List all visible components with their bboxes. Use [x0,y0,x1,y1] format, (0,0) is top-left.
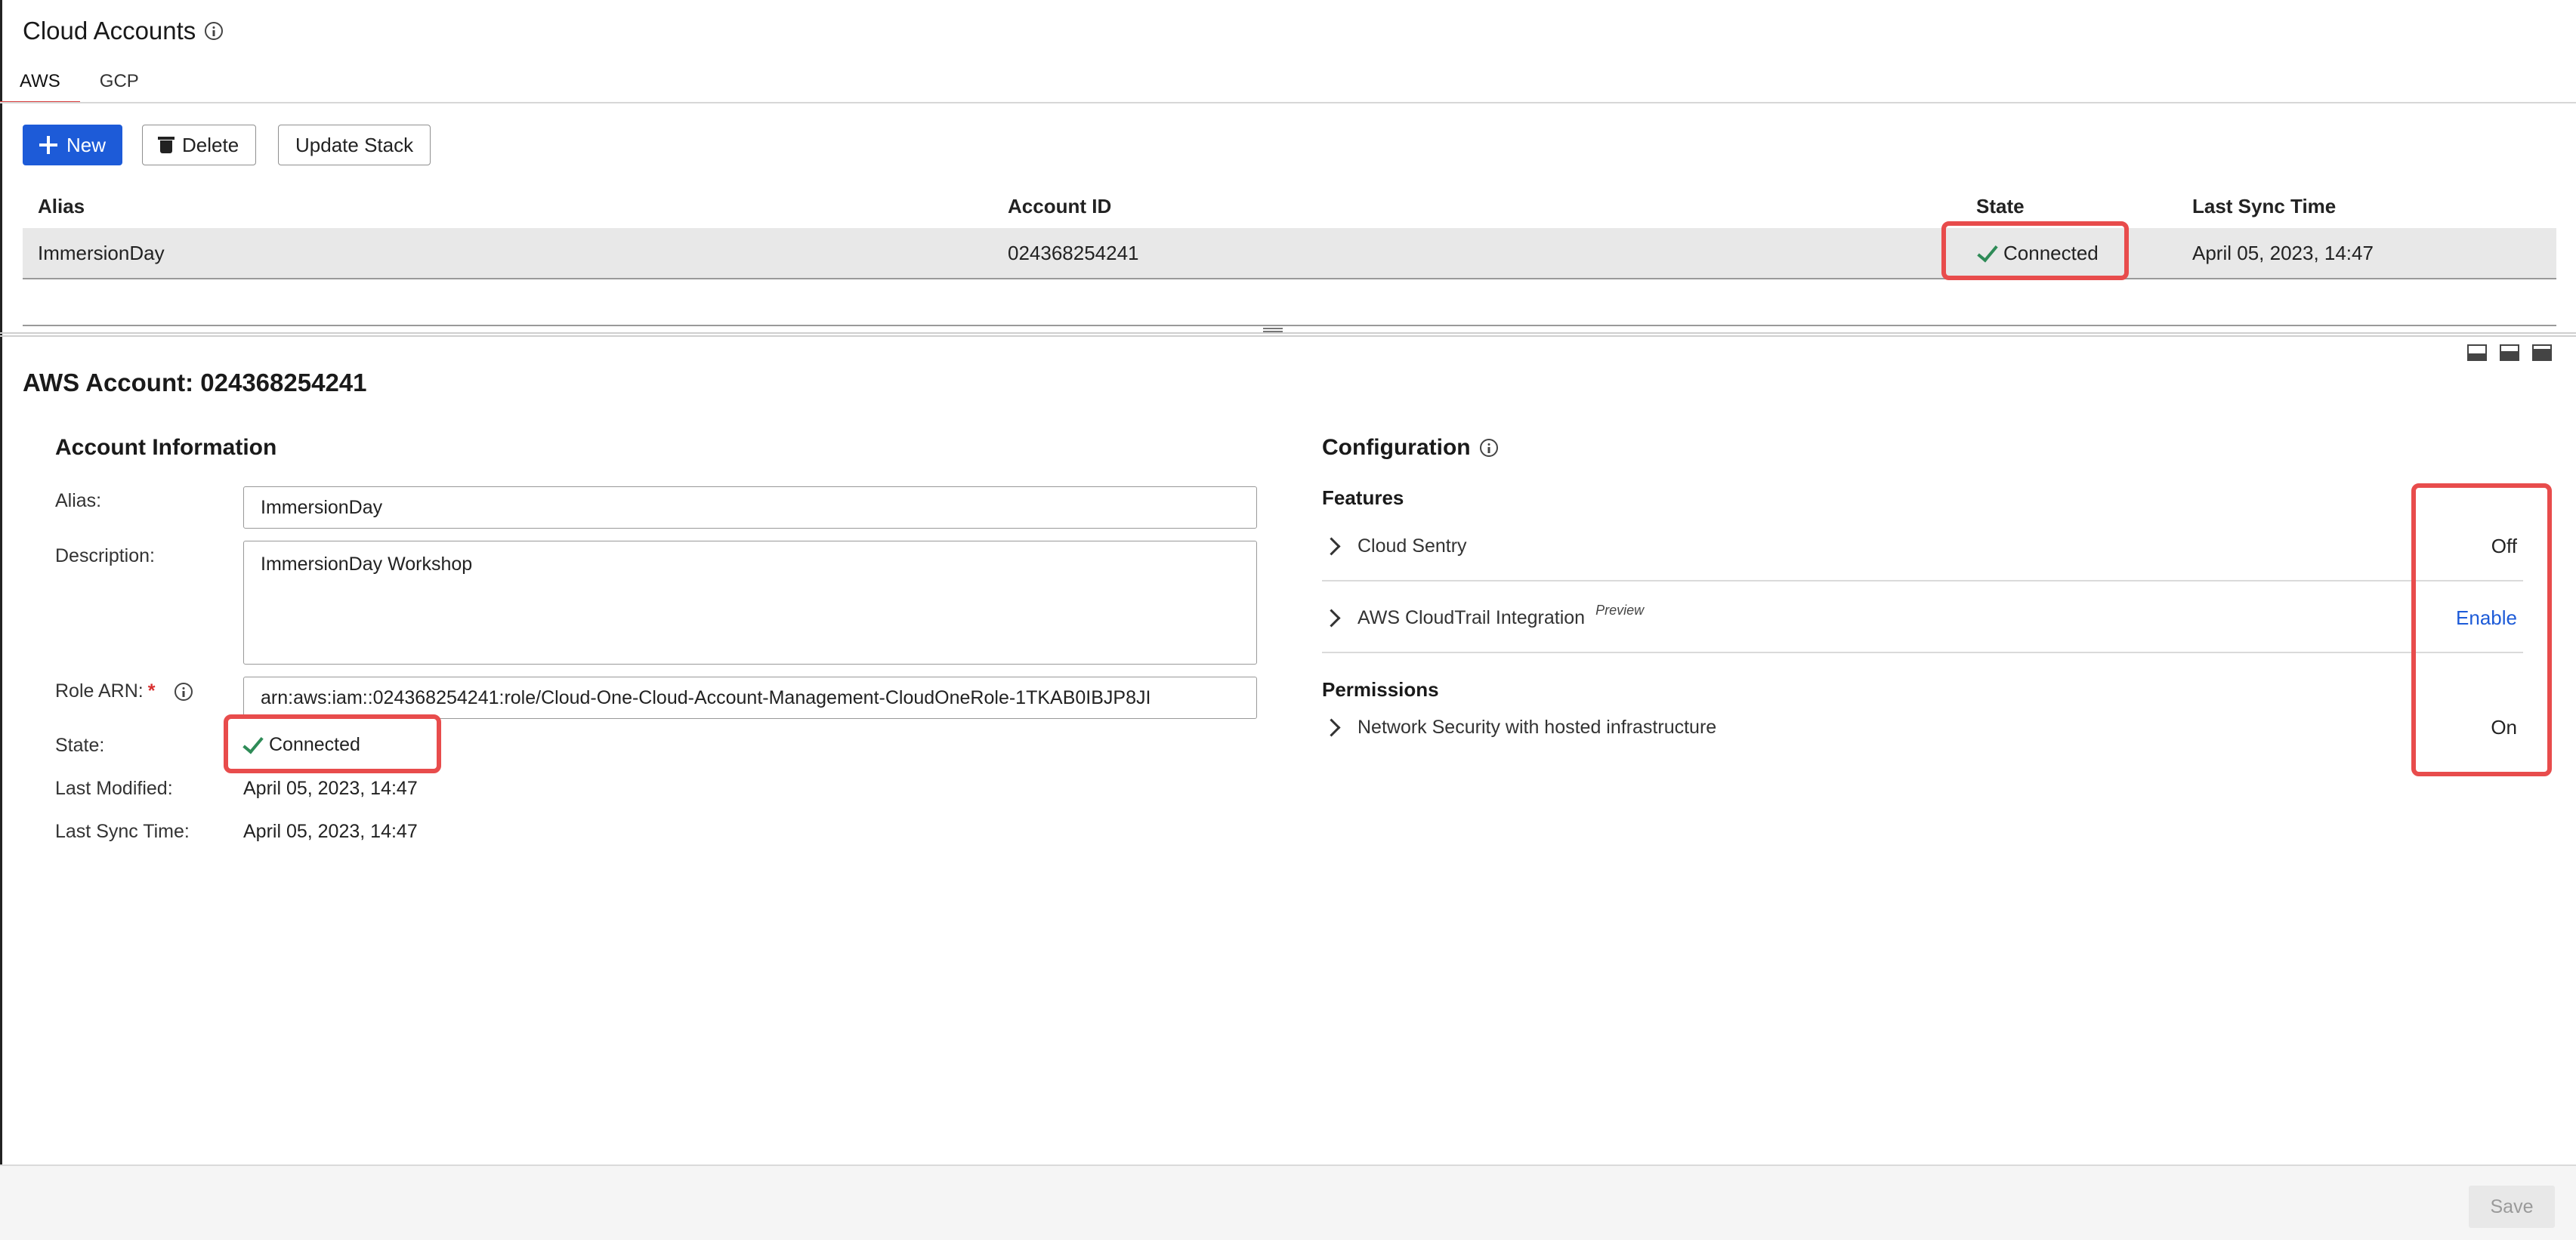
chevron-right-icon [1322,536,1341,556]
feature-row-cloudtrail[interactable]: AWS CloudTrail Integration Preview Enabl… [1322,582,2523,653]
cell-last-sync-time: April 05, 2023, 14:47 [2192,242,2374,264]
last-modified-value: April 05, 2023, 14:47 [243,778,418,799]
highlight-box-table-state [1941,221,2129,280]
features-heading: Features [1322,486,1404,509]
view-bottom-icon[interactable] [2467,344,2487,361]
highlight-box-feature-statuses [2411,483,2552,776]
configuration-heading-text: Configuration [1322,435,1471,460]
tab-divider [0,102,2576,103]
cell-alias: ImmersionDay [38,242,165,264]
feature-name: AWS CloudTrail Integration [1357,606,1586,628]
new-button-label: New [66,133,107,156]
plus-icon [39,136,57,154]
update-stack-button-label: Update Stack [295,133,414,156]
cloud-provider-tabs: AWS GCP [0,62,159,103]
column-header-alias[interactable]: Alias [38,195,85,218]
save-button[interactable]: Save [2469,1186,2555,1228]
accounts-table-header: Alias Account ID State Last Sync Time [23,189,2556,230]
delete-button[interactable]: Delete [142,125,257,165]
tab-gcp[interactable]: GCP [80,62,159,101]
row-divider [1322,652,2523,653]
description-textarea[interactable]: ImmersionDay Workshop [243,541,1257,665]
role-arn-input-value: arn:aws:iam::024368254241:role/Cloud-One… [261,686,1151,708]
description-textarea-value: ImmersionDay Workshop [261,554,473,575]
splitter-handle-icon[interactable] [1263,328,1283,334]
table-row[interactable]: ImmersionDay 024368254241 Connected Apri… [23,228,2556,279]
feature-row-cloud-sentry[interactable]: Cloud Sentry Off [1322,510,2523,581]
column-header-account-id[interactable]: Account ID [1008,195,1111,218]
view-split-icon[interactable] [2500,344,2519,361]
panel-splitter[interactable] [0,332,2576,337]
last-modified-label: Last Modified: [55,778,173,799]
highlight-box-detail-state [224,714,441,773]
info-icon[interactable] [1479,439,1498,457]
update-stack-button[interactable]: Update Stack [278,125,431,165]
column-header-state[interactable]: State [1976,195,2025,218]
new-button[interactable]: New [23,125,123,165]
preview-tag: Preview [1595,602,1645,618]
detail-title: AWS Account: 024368254241 [23,369,367,396]
page-title: Cloud Accounts [23,17,224,45]
last-sync-time-label: Last Sync Time: [55,821,190,842]
role-arn-input[interactable]: arn:aws:iam::024368254241:role/Cloud-One… [243,677,1257,719]
info-icon[interactable] [205,22,224,40]
window-left-edge [0,0,2,1238]
alias-input[interactable]: ImmersionDay [243,486,1257,529]
permission-name: Network Security with hosted infrastruct… [1357,716,1717,738]
configuration-heading: Configuration [1322,435,1498,461]
last-sync-time-value: April 05, 2023, 14:47 [243,821,418,842]
view-top-icon[interactable] [2532,344,2552,361]
alias-label: Alias: [55,490,102,511]
chevron-right-icon [1322,608,1341,628]
footer-bar [0,1164,2576,1240]
row-divider [1322,580,2523,581]
account-information-heading: Account Information [55,435,277,460]
role-arn-label-text: Role ARN: [55,680,144,702]
column-header-last-sync-time[interactable]: Last Sync Time [2192,195,2336,218]
page-title-text: Cloud Accounts [23,17,196,45]
tab-aws[interactable]: AWS [0,62,80,103]
required-asterisk: * [147,680,156,702]
info-icon[interactable] [175,682,193,701]
chevron-right-icon [1322,717,1341,737]
alias-input-value: ImmersionDay [261,496,383,518]
state-label: State: [55,735,105,756]
table-bottom-border [23,325,2556,326]
feature-name: Cloud Sentry [1357,535,1467,557]
description-label: Description: [55,545,155,566]
cell-account-id: 024368254241 [1008,242,1139,264]
permission-row-network-security[interactable]: Network Security with hosted infrastruct… [1322,692,2523,763]
trash-icon [158,137,175,153]
delete-button-label: Delete [182,133,239,156]
role-arn-label: Role ARN: * [55,680,193,702]
